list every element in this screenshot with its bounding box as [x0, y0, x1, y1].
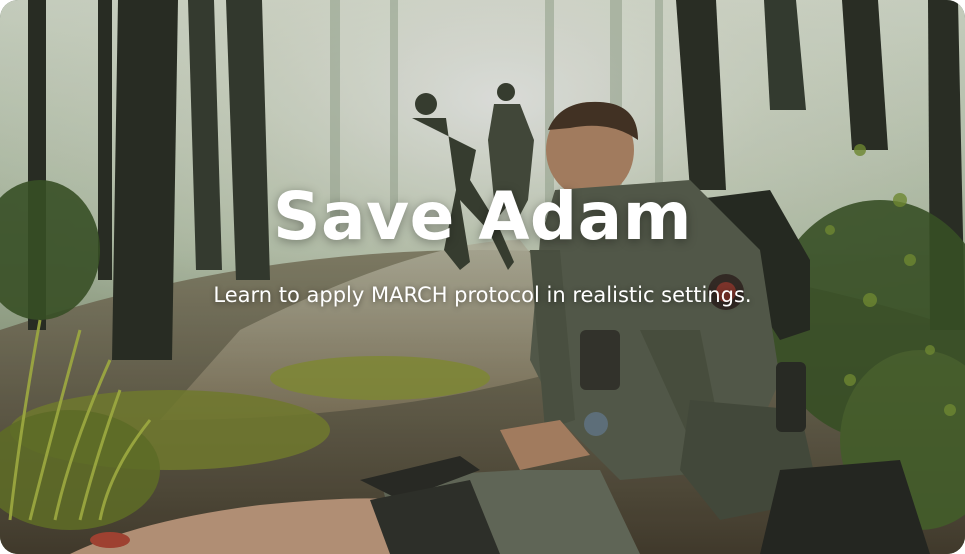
- hero-card[interactable]: Save Adam Learn to apply MARCH protocol …: [0, 0, 965, 554]
- forest-scene-illustration: [0, 0, 965, 554]
- forest-rescue-image: [0, 0, 965, 554]
